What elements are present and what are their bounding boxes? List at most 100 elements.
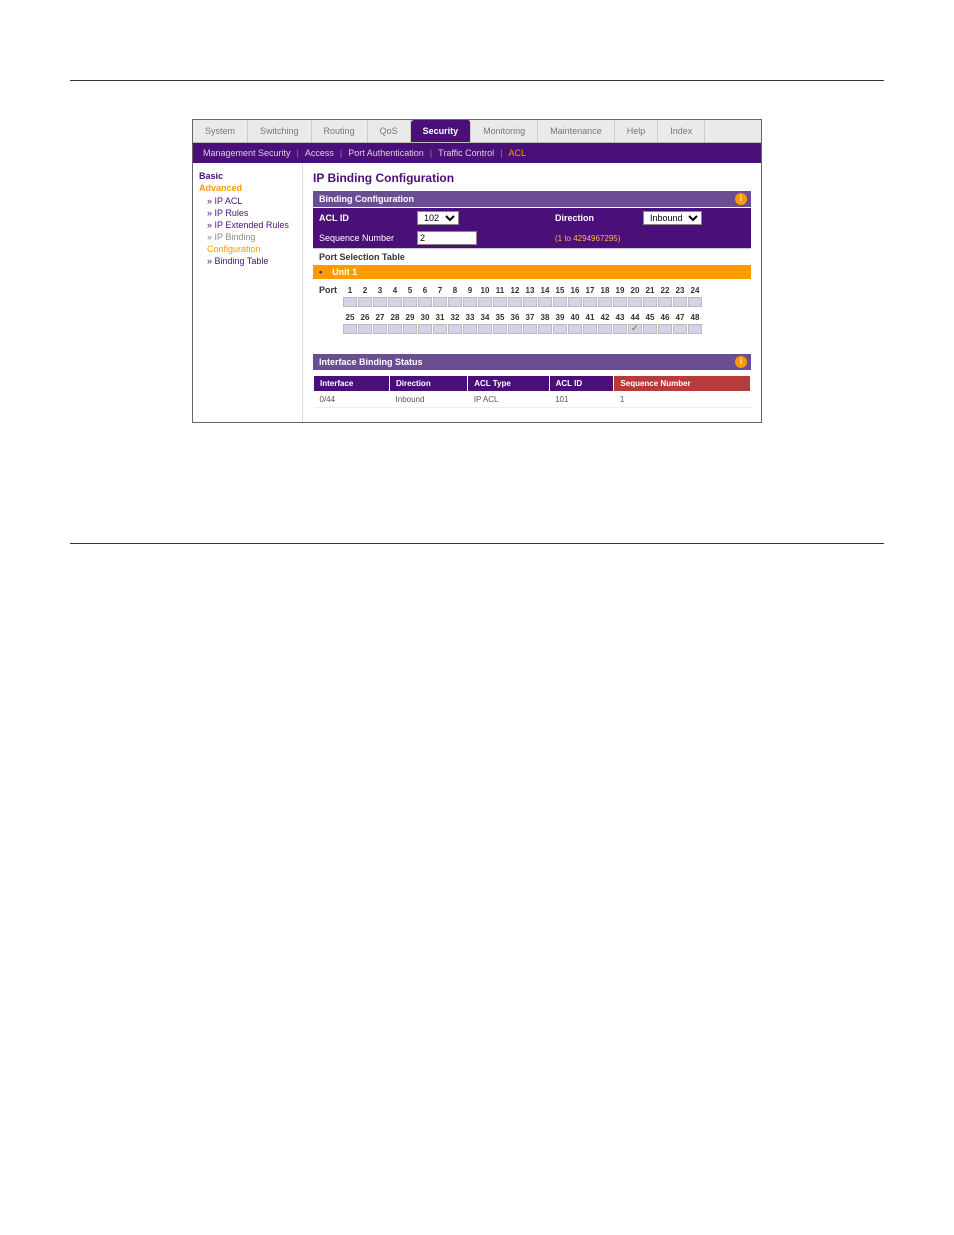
status-col-acl-id: ACL ID — [549, 376, 614, 392]
port-checkbox-19[interactable] — [613, 297, 627, 307]
port-number-14: 14 — [538, 286, 552, 295]
unit-bar: • Unit 1 — [313, 265, 751, 279]
port-checkbox-7[interactable] — [433, 297, 447, 307]
sequence-number-input[interactable] — [417, 231, 477, 245]
port-number-11: 11 — [493, 286, 507, 295]
port-number-24: 24 — [688, 286, 702, 295]
sidebar-group-basic[interactable]: Basic — [199, 171, 296, 181]
topnav-item-index[interactable]: Index — [658, 120, 705, 142]
subnav-item-port-authentication[interactable]: Port Authentication — [348, 148, 424, 158]
direction-select[interactable]: Inbound — [643, 211, 702, 225]
port-checkbox-12[interactable] — [508, 297, 522, 307]
info-icon[interactable]: i — [735, 193, 747, 205]
sidebar-item-ip-extended-rules[interactable]: » IP Extended Rules — [199, 219, 296, 231]
port-checkbox-32[interactable] — [448, 324, 462, 334]
port-checkbox-21[interactable] — [643, 297, 657, 307]
port-checkbox-16[interactable] — [568, 297, 582, 307]
port-number-21: 21 — [643, 286, 657, 295]
port-checkbox-9[interactable] — [463, 297, 477, 307]
port-checkbox-11[interactable] — [493, 297, 507, 307]
topnav-item-security[interactable]: Security — [411, 120, 472, 142]
port-number-42: 42 — [598, 313, 612, 322]
port-checkbox-27[interactable] — [373, 324, 387, 334]
subnav-item-access[interactable]: Access — [305, 148, 334, 158]
port-checkbox-29[interactable] — [403, 324, 417, 334]
port-checkbox-4[interactable] — [388, 297, 402, 307]
topnav-item-help[interactable]: Help — [615, 120, 659, 142]
topnav-item-monitoring[interactable]: Monitoring — [471, 120, 538, 142]
sidebar-item-binding-table[interactable]: » Binding Table — [199, 255, 296, 267]
port-checkbox-6[interactable] — [418, 297, 432, 307]
port-checkbox-23[interactable] — [673, 297, 687, 307]
topnav-item-switching[interactable]: Switching — [248, 120, 312, 142]
port-checkbox-42[interactable] — [598, 324, 612, 334]
unit-label[interactable]: Unit 1 — [332, 267, 357, 277]
port-number-1: 1 — [343, 286, 357, 295]
port-checkbox-37[interactable] — [523, 324, 537, 334]
port-checkbox-5[interactable] — [403, 297, 417, 307]
info-icon[interactable]: i — [735, 356, 747, 368]
port-checkbox-10[interactable] — [478, 297, 492, 307]
port-checkbox-43[interactable] — [613, 324, 627, 334]
port-number-2: 2 — [358, 286, 372, 295]
port-checkbox-45[interactable] — [643, 324, 657, 334]
port-number-30: 30 — [418, 313, 432, 322]
port-checkbox-41[interactable] — [583, 324, 597, 334]
subnav-item-acl[interactable]: ACL — [509, 148, 527, 158]
port-number-5: 5 — [403, 286, 417, 295]
sidebar-item-configuration[interactable]: Configuration — [199, 243, 296, 255]
port-row-2-labels: 2526272829303132333435363738394041424344… — [319, 313, 745, 322]
port-checkbox-44[interactable] — [628, 324, 642, 334]
port-checkbox-18[interactable] — [598, 297, 612, 307]
port-checkbox-33[interactable] — [463, 324, 477, 334]
sidebar-item-ip-rules[interactable]: » IP Rules — [199, 207, 296, 219]
port-checkbox-24[interactable] — [688, 297, 702, 307]
acl-id-label: ACL ID — [319, 213, 409, 223]
port-checkbox-30[interactable] — [418, 324, 432, 334]
port-checkbox-28[interactable] — [388, 324, 402, 334]
port-checkbox-40[interactable] — [568, 324, 582, 334]
topnav-item-routing[interactable]: Routing — [312, 120, 368, 142]
port-checkbox-17[interactable] — [583, 297, 597, 307]
port-number-35: 35 — [493, 313, 507, 322]
sidebar-group-advanced[interactable]: Advanced — [199, 183, 296, 193]
subnav-item-traffic-control[interactable]: Traffic Control — [438, 148, 494, 158]
port-checkbox-35[interactable] — [493, 324, 507, 334]
port-checkbox-36[interactable] — [508, 324, 522, 334]
port-checkbox-14[interactable] — [538, 297, 552, 307]
port-number-41: 41 — [583, 313, 597, 322]
separator: | — [430, 148, 432, 158]
topnav-item-system[interactable]: System — [193, 120, 248, 142]
direction-label: Direction — [555, 213, 635, 223]
port-checkbox-15[interactable] — [553, 297, 567, 307]
port-checkbox-20[interactable] — [628, 297, 642, 307]
top-nav: SystemSwitchingRoutingQoSSecurityMonitor… — [193, 120, 761, 143]
topnav-item-qos[interactable]: QoS — [368, 120, 411, 142]
port-checkbox-3[interactable] — [373, 297, 387, 307]
port-checkbox-2[interactable] — [358, 297, 372, 307]
topnav-item-maintenance[interactable]: Maintenance — [538, 120, 615, 142]
page-bottom-rule — [70, 543, 884, 544]
port-checkbox-34[interactable] — [478, 324, 492, 334]
sidebar-item-ip-acl[interactable]: » IP ACL — [199, 195, 296, 207]
table-row[interactable]: 0/44InboundIP ACL1011 — [314, 392, 751, 408]
port-checkbox-39[interactable] — [553, 324, 567, 334]
page-title: IP Binding Configuration — [313, 171, 751, 185]
subnav-item-management-security[interactable]: Management Security — [203, 148, 291, 158]
port-checkbox-47[interactable] — [673, 324, 687, 334]
port-checkbox-13[interactable] — [523, 297, 537, 307]
port-checkbox-48[interactable] — [688, 324, 702, 334]
port-checkbox-46[interactable] — [658, 324, 672, 334]
port-checkbox-22[interactable] — [658, 297, 672, 307]
sidebar-item-ip-binding[interactable]: » IP Binding — [199, 231, 296, 243]
port-checkbox-26[interactable] — [358, 324, 372, 334]
binding-config-title-label: Binding Configuration — [319, 194, 414, 204]
acl-id-select[interactable]: 102 — [417, 211, 459, 225]
port-checkbox-31[interactable] — [433, 324, 447, 334]
port-checkbox-8[interactable] — [448, 297, 462, 307]
port-checkbox-38[interactable] — [538, 324, 552, 334]
port-number-38: 38 — [538, 313, 552, 322]
port-checkbox-1[interactable] — [343, 297, 357, 307]
port-checkbox-25[interactable] — [343, 324, 357, 334]
port-number-29: 29 — [403, 313, 417, 322]
